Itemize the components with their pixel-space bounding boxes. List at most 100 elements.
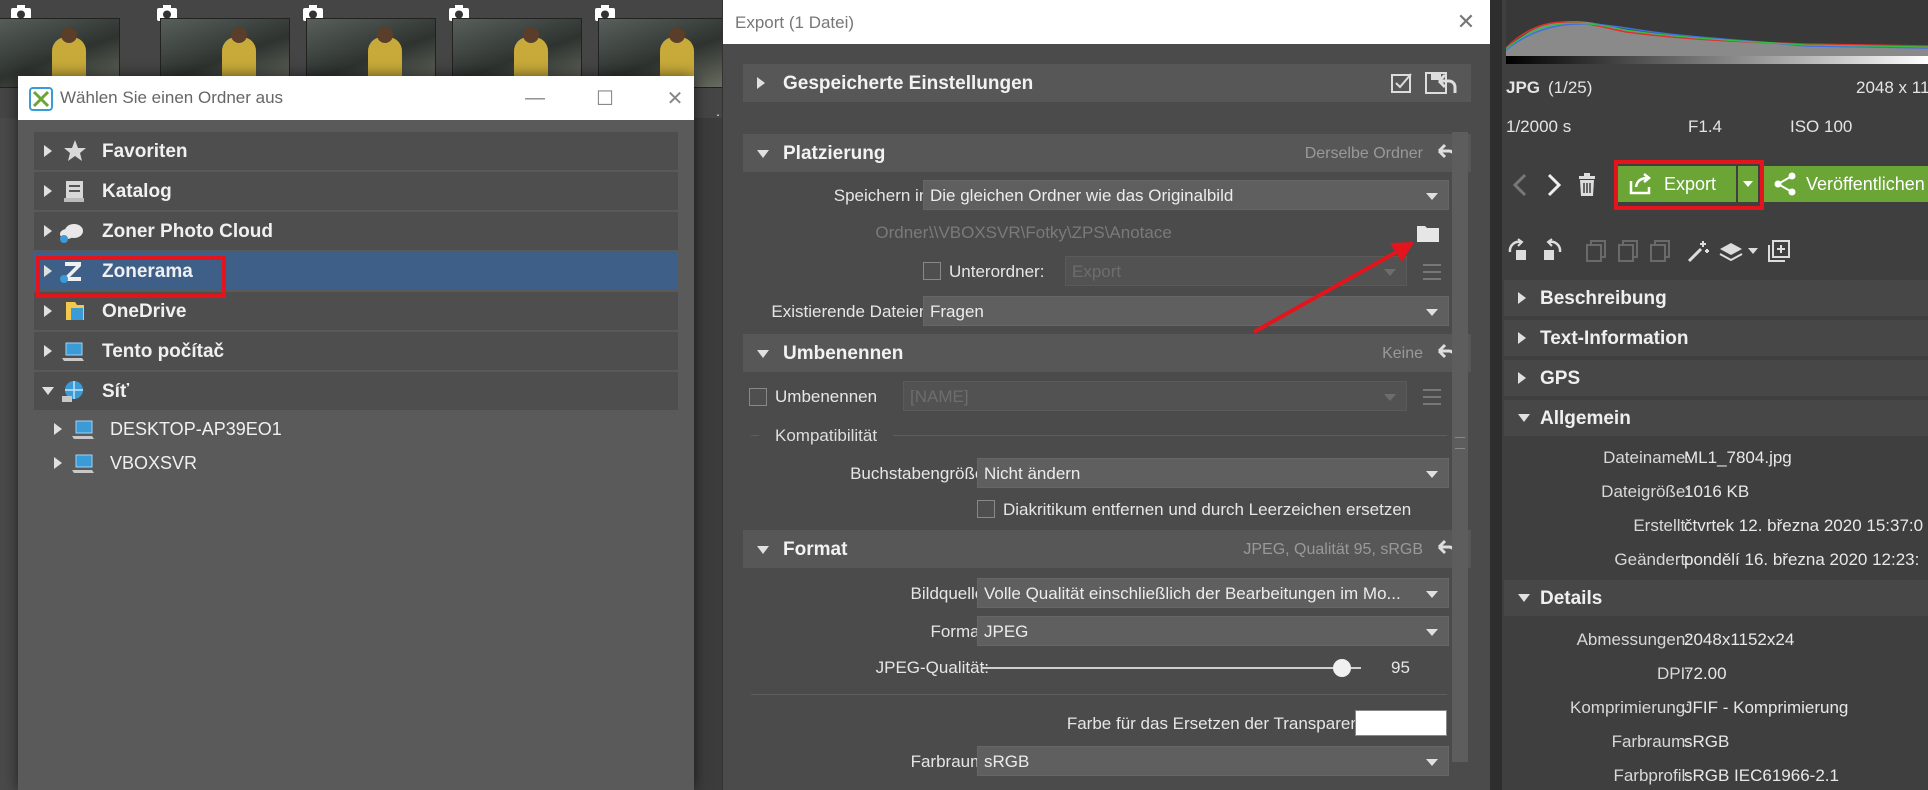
property-key: Erstellt: [1633,516,1690,535]
section-details[interactable]: Details [1504,580,1928,616]
publish-button[interactable]: Veröffentlichen [1764,166,1928,202]
rotate-right-icon[interactable] [1538,238,1564,264]
expand-arrow-icon[interactable] [1518,332,1526,344]
tree-item-this-pc[interactable]: Tento počítač [34,332,678,370]
collapse-arrow-icon[interactable] [1518,414,1530,422]
section-title: Platzierung [783,143,886,164]
section-gps[interactable]: GPS [1504,360,1928,396]
aperture: F1.4 [1688,117,1723,136]
dropdown-value: Die gleichen Ordner wie das Originalbild [930,186,1234,205]
add-to-collection-icon[interactable] [1766,238,1792,264]
close-button[interactable]: ✕ [1451,8,1481,36]
slider-thumb[interactable] [1333,659,1351,677]
expand-arrow-icon[interactable] [44,145,52,157]
property-key: Abmessungen: [1576,630,1690,649]
collapse-arrow-icon[interactable] [757,350,769,358]
expand-arrow-icon[interactable] [44,345,52,357]
publish-button-label: Veröffentlichen [1806,174,1925,194]
jpeg-quality-slider[interactable] [981,659,1361,677]
folder-picker-dialog: Wählen Sie einen Ordner aus — ☐ ✕ Favori… [18,76,694,790]
property-value: 1016 KB [1684,482,1750,501]
chevron-down-icon [1426,309,1438,316]
tree-item-label: Zoner Photo Cloud [102,221,273,242]
section-summary: Keine [1382,345,1423,362]
collapse-arrow-icon[interactable] [1518,594,1530,602]
chevron-down-icon [1426,591,1438,598]
section-description[interactable]: Beschreibung [1504,280,1928,316]
expand-arrow-icon[interactable] [54,423,62,435]
magic-wand-icon[interactable] [1686,238,1712,264]
property-value: sRGB IEC61966-2.1 [1684,766,1839,785]
property-key: DPI: [1656,664,1690,683]
expand-arrow-icon[interactable] [44,225,52,237]
file-index: (1/25) [1548,78,1593,97]
tree-item-desktop-ap39eo1[interactable]: DESKTOP-AP39EO1 [34,412,678,446]
letter-case-dropdown[interactable]: Nicht ändern [977,458,1449,488]
menu-icon[interactable] [1423,389,1441,405]
chevron-down-icon[interactable] [1748,248,1758,254]
colorspace-dropdown[interactable]: sRGB [977,746,1449,776]
section-saved-settings[interactable]: Gespeicherte Einstellungen [743,64,1471,102]
tree-item-network[interactable]: Síť [34,372,678,410]
network-icon [60,378,86,404]
transparency-color-label: Farbe für das Ersetzen der Transparenz: [1066,714,1373,733]
colorspace-label: Farbraum: [910,752,989,771]
image-source-dropdown[interactable]: Volle Qualität einschließlich der Bearbe… [977,578,1449,608]
rename-checkbox[interactable] [749,388,767,406]
expand-arrow-icon[interactable] [54,457,62,469]
collapse-arrow-icon[interactable] [757,546,769,554]
undo-icon[interactable] [1435,72,1459,94]
tree-item-label: Tento počítač [102,341,225,362]
section-format[interactable]: Format JPEG, Qualität 95, sRGB [743,530,1471,568]
rename-pattern-dropdown[interactable]: [NAME] [903,381,1407,411]
expand-arrow-icon[interactable] [1518,292,1526,304]
section-title: Details [1540,588,1603,609]
save-in-dropdown[interactable]: Die gleichen Ordner wie das Originalbild [923,180,1449,210]
remove-diacritics-checkbox[interactable] [977,500,995,518]
jpeg-quality-label: JPEG-Qualität: [875,658,989,677]
letter-case-label: Buchstabengröße: [850,464,989,483]
menu-icon[interactable] [1423,264,1441,280]
dialog-titlebar: Wählen Sie einen Ordner aus — ☐ ✕ [18,76,694,120]
layers-icon[interactable] [1718,238,1744,264]
section-placement[interactable]: Platzierung Derselbe Ordner [743,134,1471,172]
existing-files-dropdown[interactable]: Fragen [923,296,1449,326]
expand-arrow-icon[interactable] [1518,372,1526,384]
tree-item-vboxsvr[interactable]: VBOXSVR [34,446,678,480]
tree-item-catalog[interactable]: Katalog [34,172,678,210]
previous-icon[interactable] [1508,172,1534,198]
tree-item-favorites[interactable]: Favoriten [34,132,678,170]
existing-files-label: Existierende Dateien: [771,302,933,321]
format-dropdown[interactable]: JPEG [977,616,1449,646]
section-title: Text-Information [1540,328,1689,349]
chevron-down-icon [1426,629,1438,636]
property-key: Farbraum: [1611,732,1690,751]
folder-path: \\VBOXSVR\Fotky\ZPS\Anotace [929,223,1172,242]
folder-icon[interactable] [1415,220,1441,246]
trash-icon[interactable] [1574,172,1600,198]
tree-item-zoner-photo-cloud[interactable]: Zoner Photo Cloud [34,212,678,250]
maximize-button[interactable]: ☐ [590,84,620,112]
section-rename[interactable]: Umbenennen Keine [743,334,1471,372]
chevron-down-icon [1384,394,1396,401]
next-icon[interactable] [1540,172,1566,198]
rotate-left-icon[interactable] [1506,238,1532,264]
transparency-color-swatch[interactable] [1355,710,1447,736]
close-button[interactable]: ✕ [660,84,690,112]
subfolder-dropdown[interactable]: Export [1065,256,1407,286]
section-general[interactable]: Allgemein [1504,400,1928,436]
minimize-button[interactable]: — [520,84,550,112]
dialog-titlebar: Export (1 Datei) ✕ [723,0,1491,44]
network-computer-icon [70,450,96,476]
collapse-arrow-icon[interactable] [757,150,769,158]
property-key: Dateiname: [1603,448,1690,467]
zoner-app-icon [28,86,54,112]
expand-arrow-icon[interactable] [44,305,52,317]
section-text-information[interactable]: Text-Information [1504,320,1928,356]
info-panel: JPG (1/25) 2048 x 11 1/2000 s F1.4 ISO 1… [1490,0,1928,790]
collapse-arrow-icon[interactable] [42,387,54,395]
expand-arrow-icon[interactable] [44,185,52,197]
load-preset-icon[interactable] [1389,70,1415,96]
subfolder-checkbox[interactable] [923,262,941,280]
expand-arrow-icon[interactable] [757,77,765,89]
